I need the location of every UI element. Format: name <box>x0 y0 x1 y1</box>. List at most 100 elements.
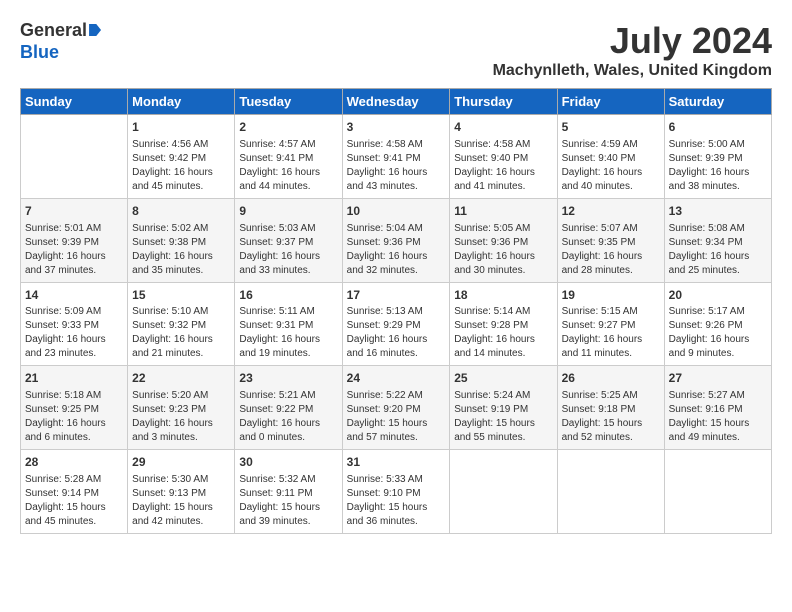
calendar-cell: 27 Sunrise: 5:27 AM Sunset: 9:16 PM Dayli… <box>664 366 771 450</box>
calendar-cell <box>450 450 557 534</box>
cell-info: Sunrise: 5:32 AM Sunset: 9:11 PM Dayligh… <box>239 473 337 529</box>
calendar-cell: 14Sunrise: 5:09 AM Sunset: 9:33 PM Dayli… <box>21 282 128 366</box>
calendar-table: SundayMondayTuesdayWednesdayThursdayFrid… <box>20 88 772 534</box>
calendar-cell: 9Sunrise: 5:03 AM Sunset: 9:37 PM Daylig… <box>235 198 342 282</box>
cell-info: Sunrise: 5:17 AM Sunset: 9:26 PM Dayligh… <box>669 305 767 361</box>
calendar-cell: 2Sunrise: 4:57 AM Sunset: 9:41 PM Daylig… <box>235 115 342 199</box>
cell-info: Sunrise: 5:00 AM Sunset: 9:39 PM Dayligh… <box>669 138 767 194</box>
calendar-cell: 17Sunrise: 5:13 AM Sunset: 9:29 PM Dayli… <box>342 282 450 366</box>
cell-info: Sunrise: 5:33 AM Sunset: 9:10 PM Dayligh… <box>347 473 446 529</box>
day-number: 27 <box>669 370 767 387</box>
logo-line2: Blue <box>20 42 101 64</box>
calendar-cell: 26Sunrise: 5:25 AM Sunset: 9:18 PM Dayli… <box>557 366 664 450</box>
cell-info: Sunrise: 5:20 AM Sunset: 9:23 PM Dayligh… <box>132 389 230 445</box>
day-number: 28 <box>25 454 123 471</box>
calendar-cell: 28 Sunrise: 5:28 AM Sunset: 9:14 PM Dayli… <box>21 450 128 534</box>
logo: General Blue <box>20 20 101 63</box>
day-number: 30 <box>239 454 337 471</box>
day-number: 16 <box>239 287 337 304</box>
title-block: July 2024 Machynlleth, Wales, United Kin… <box>493 20 772 80</box>
calendar-cell: 8 Sunrise: 5:02 AM Sunset: 9:38 PM Daylig… <box>128 198 235 282</box>
subtitle: Machynlleth, Wales, United Kingdom <box>493 62 772 80</box>
cell-info: Sunrise: 5:21 AM Sunset: 9:22 PM Dayligh… <box>239 389 337 445</box>
day-number: 11 <box>454 203 552 220</box>
calendar-cell <box>664 450 771 534</box>
day-number: 25 <box>454 370 552 387</box>
day-number: 31 <box>347 454 446 471</box>
cell-info: Sunrise: 5:03 AM Sunset: 9:37 PM Dayligh… <box>239 222 337 278</box>
cell-info: Sunrise: 4:57 AM Sunset: 9:41 PM Dayligh… <box>239 138 337 194</box>
day-number: 26 <box>562 370 660 387</box>
day-number: 12 <box>562 203 660 220</box>
day-number: 18 <box>454 287 552 304</box>
day-number: 5 <box>562 119 660 136</box>
calendar-cell: 20Sunrise: 5:17 AM Sunset: 9:26 PM Dayli… <box>664 282 771 366</box>
week-row-3: 14Sunrise: 5:09 AM Sunset: 9:33 PM Dayli… <box>21 282 772 366</box>
day-number: 21 <box>25 370 123 387</box>
cell-info: Sunrise: 5:01 AM Sunset: 9:39 PM Dayligh… <box>25 222 123 278</box>
header-cell-sunday: Sunday <box>21 89 128 115</box>
day-number: 6 <box>669 119 767 136</box>
day-number: 23 <box>239 370 337 387</box>
week-row-4: 21Sunrise: 5:18 AM Sunset: 9:25 PM Dayli… <box>21 366 772 450</box>
calendar-cell: 10Sunrise: 5:04 AM Sunset: 9:36 PM Dayli… <box>342 198 450 282</box>
calendar-cell: 29 Sunrise: 5:30 AM Sunset: 9:13 PM Dayli… <box>128 450 235 534</box>
cell-info: Sunrise: 5:14 AM Sunset: 9:28 PM Dayligh… <box>454 305 552 361</box>
calendar-cell: 13Sunrise: 5:08 AM Sunset: 9:34 PM Dayli… <box>664 198 771 282</box>
logo-arrow-icon <box>89 24 101 36</box>
cell-info: Sunrise: 4:58 AM Sunset: 9:41 PM Dayligh… <box>347 138 446 194</box>
cell-info: Sunrise: 5:10 AM Sunset: 9:32 PM Dayligh… <box>132 305 230 361</box>
calendar-cell: 12Sunrise: 5:07 AM Sunset: 9:35 PM Dayli… <box>557 198 664 282</box>
cell-info: Sunrise: 5:22 AM Sunset: 9:20 PM Dayligh… <box>347 389 446 445</box>
cell-info: Sunrise: 5:28 AM Sunset: 9:14 PM Dayligh… <box>25 473 123 529</box>
cell-info: Sunrise: 5:13 AM Sunset: 9:29 PM Dayligh… <box>347 305 446 361</box>
calendar-cell: 24 Sunrise: 5:22 AM Sunset: 9:20 PM Dayli… <box>342 366 450 450</box>
day-number: 22 <box>132 370 230 387</box>
week-row-1: 1Sunrise: 4:56 AM Sunset: 9:42 PM Daylig… <box>21 115 772 199</box>
calendar-cell: 3 Sunrise: 4:58 AM Sunset: 9:41 PM Daylig… <box>342 115 450 199</box>
header-cell-saturday: Saturday <box>664 89 771 115</box>
cell-info: Sunrise: 4:58 AM Sunset: 9:40 PM Dayligh… <box>454 138 552 194</box>
calendar-cell: 23 Sunrise: 5:21 AM Sunset: 9:22 PM Dayli… <box>235 366 342 450</box>
cell-info: Sunrise: 5:05 AM Sunset: 9:36 PM Dayligh… <box>454 222 552 278</box>
day-number: 24 <box>347 370 446 387</box>
calendar-cell: 22 Sunrise: 5:20 AM Sunset: 9:23 PM Dayli… <box>128 366 235 450</box>
calendar-cell: 19Sunrise: 5:15 AM Sunset: 9:27 PM Dayli… <box>557 282 664 366</box>
calendar-cell: 16Sunrise: 5:11 AM Sunset: 9:31 PM Dayli… <box>235 282 342 366</box>
header-cell-tuesday: Tuesday <box>235 89 342 115</box>
calendar-cell: 31 Sunrise: 5:33 AM Sunset: 9:10 PM Dayli… <box>342 450 450 534</box>
cell-info: Sunrise: 5:24 AM Sunset: 9:19 PM Dayligh… <box>454 389 552 445</box>
cell-info: Sunrise: 5:08 AM Sunset: 9:34 PM Dayligh… <box>669 222 767 278</box>
day-number: 7 <box>25 203 123 220</box>
day-number: 14 <box>25 287 123 304</box>
week-row-5: 28 Sunrise: 5:28 AM Sunset: 9:14 PM Dayli… <box>21 450 772 534</box>
calendar-cell: 7 Sunrise: 5:01 AM Sunset: 9:39 PM Daylig… <box>21 198 128 282</box>
day-number: 10 <box>347 203 446 220</box>
calendar-cell <box>21 115 128 199</box>
calendar-cell <box>557 450 664 534</box>
day-number: 17 <box>347 287 446 304</box>
cell-info: Sunrise: 5:09 AM Sunset: 9:33 PM Dayligh… <box>25 305 123 361</box>
cell-info: Sunrise: 5:02 AM Sunset: 9:38 PM Dayligh… <box>132 222 230 278</box>
day-number: 29 <box>132 454 230 471</box>
cell-info: Sunrise: 5:27 AM Sunset: 9:16 PM Dayligh… <box>669 389 767 445</box>
logo-line1: General <box>20 20 101 42</box>
cell-info: Sunrise: 4:59 AM Sunset: 9:40 PM Dayligh… <box>562 138 660 194</box>
page-header: General Blue July 2024 Machynlleth, Wale… <box>20 20 772 80</box>
calendar-cell: 18Sunrise: 5:14 AM Sunset: 9:28 PM Dayli… <box>450 282 557 366</box>
header-row: SundayMondayTuesdayWednesdayThursdayFrid… <box>21 89 772 115</box>
day-number: 8 <box>132 203 230 220</box>
calendar-cell: 21Sunrise: 5:18 AM Sunset: 9:25 PM Dayli… <box>21 366 128 450</box>
calendar-cell: 5 Sunrise: 4:59 AM Sunset: 9:40 PM Daylig… <box>557 115 664 199</box>
day-number: 3 <box>347 119 446 136</box>
calendar-cell: 30 Sunrise: 5:32 AM Sunset: 9:11 PM Dayli… <box>235 450 342 534</box>
week-row-2: 7 Sunrise: 5:01 AM Sunset: 9:39 PM Daylig… <box>21 198 772 282</box>
day-number: 15 <box>132 287 230 304</box>
day-number: 4 <box>454 119 552 136</box>
calendar-cell: 1Sunrise: 4:56 AM Sunset: 9:42 PM Daylig… <box>128 115 235 199</box>
header-cell-thursday: Thursday <box>450 89 557 115</box>
cell-info: Sunrise: 5:30 AM Sunset: 9:13 PM Dayligh… <box>132 473 230 529</box>
calendar-cell: 25 Sunrise: 5:24 AM Sunset: 9:19 PM Dayli… <box>450 366 557 450</box>
day-number: 20 <box>669 287 767 304</box>
header-cell-monday: Monday <box>128 89 235 115</box>
